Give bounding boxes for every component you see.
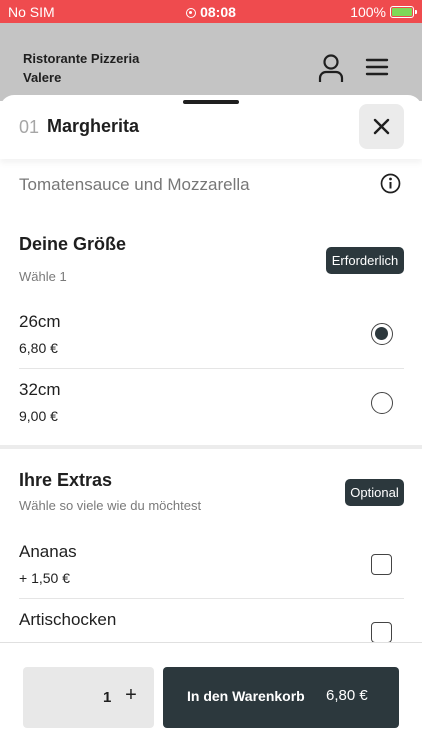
- hamburger-menu-icon[interactable]: [365, 58, 389, 76]
- required-badge: Erforderlich: [326, 247, 404, 274]
- section-divider: [0, 445, 422, 449]
- product-title-row: 01 Margherita: [0, 95, 422, 159]
- radio-button-selected[interactable]: [371, 323, 393, 345]
- size-option-name: 32cm: [19, 380, 61, 399]
- extra-option-price: + 1,50 €: [19, 570, 70, 586]
- restaurant-name: Ristorante Pizzeria Valere: [23, 51, 140, 85]
- extra-option-name: Ananas: [19, 542, 77, 561]
- checkbox[interactable]: [371, 622, 392, 643]
- product-number: 01: [19, 117, 40, 137]
- checkbox[interactable]: [371, 554, 392, 575]
- battery-percentage: 100%: [350, 4, 386, 20]
- clock-time: 08:08: [200, 4, 236, 20]
- increment-button[interactable]: +: [119, 683, 143, 707]
- screen-recording-icon: [186, 8, 197, 18]
- close-icon: [373, 118, 390, 135]
- add-to-cart-button[interactable]: In den Warenkorb 6,80 €: [163, 667, 399, 728]
- size-option-price: 6,80 €: [19, 340, 58, 356]
- optional-badge: Optional: [345, 479, 404, 506]
- battery-icon: [390, 6, 417, 18]
- size-section-subtitle: Wähle 1: [19, 269, 67, 284]
- product-description: Tomatensauce und Mozzarella: [19, 175, 250, 194]
- app-header: Ristorante Pizzeria Valere: [0, 23, 422, 101]
- quantity-stepper: 1 +: [23, 667, 154, 728]
- bottom-action-bar: 1 + In den Warenkorb 6,80 €: [0, 642, 422, 750]
- size-option-name: 26cm: [19, 312, 61, 331]
- add-to-cart-price: 6,80 €: [326, 687, 368, 704]
- product-name: Margherita: [47, 116, 140, 136]
- user-icon[interactable]: [318, 53, 344, 83]
- extra-option-name: Artischocken: [19, 610, 117, 629]
- size-option-price: 9,00 €: [19, 408, 58, 424]
- radio-button[interactable]: [371, 392, 393, 414]
- battery-status: 100%: [350, 4, 417, 20]
- extras-section-subtitle: Wähle so viele wie du möchtest: [19, 498, 202, 513]
- size-option-26cm[interactable]: 26cm 6,80 €: [19, 300, 404, 368]
- quantity-value: 1: [103, 689, 112, 706]
- status-bar: No SIM 08:08 100%: [0, 0, 422, 23]
- size-section-title: Deine Größe: [19, 234, 127, 254]
- extra-option-ananas[interactable]: Ananas + 1,50 €: [19, 530, 404, 598]
- add-to-cart-label: In den Warenkorb: [187, 688, 305, 704]
- extras-section-title: Ihre Extras: [19, 470, 113, 490]
- info-icon[interactable]: [380, 173, 401, 194]
- close-button[interactable]: [359, 104, 404, 149]
- size-option-32cm[interactable]: 32cm 9,00 €: [19, 368, 404, 436]
